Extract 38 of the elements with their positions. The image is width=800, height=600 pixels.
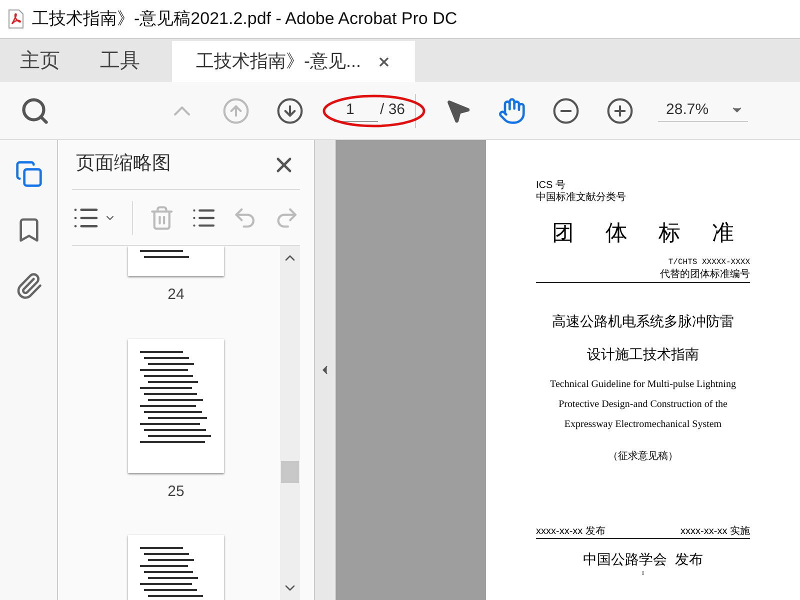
- document-title: 高速公路机电系统多脉冲防雷: [552, 312, 734, 331]
- document-heading: 准: [712, 219, 734, 247]
- document-title: 设计施工技术指南: [587, 345, 699, 364]
- paperclip-icon[interactable]: [14, 272, 42, 300]
- scrollbar-thumb[interactable]: [281, 461, 299, 483]
- window-title: 工技术指南》-意见稿2021.2.pdf - Adobe Acrobat Pro DC: [32, 8, 458, 30]
- english-title: Technical Guideline for Multi-pulse Lightning Protective Design-and Construction of the Expressway Electromechanical System: [549, 378, 737, 432]
- panel-title: 页面缩略图: [76, 152, 171, 176]
- document-text: 代替的团体标准编号: [660, 269, 750, 280]
- page-thumbnail[interactable]: [128, 338, 224, 472]
- document-heading: 标: [658, 219, 681, 247]
- document-text: T/CHTS XXXXX-XXXX: [668, 257, 750, 268]
- nav-tab[interactable]: 工技术指南》-意见...: [172, 41, 415, 82]
- zoom-dropdown[interactable]: 28.7%: [658, 98, 748, 122]
- document-text: xxxx-xx-xx 实施: [680, 526, 750, 538]
- document-text: （征求意见稿）: [608, 450, 678, 464]
- page-thumbnail[interactable]: [128, 246, 224, 276]
- page-count: / 36: [380, 100, 406, 120]
- document-heading: 体: [605, 219, 628, 247]
- scrollbar[interactable]: [280, 246, 300, 600]
- zoom-out-icon[interactable]: [552, 96, 580, 124]
- document-heading: 团: [552, 219, 574, 247]
- pages-icon[interactable]: [14, 160, 42, 188]
- nav-tab[interactable]: 工具: [80, 39, 160, 82]
- document-text: xxxx-xx-xx 发布: [536, 526, 606, 538]
- next-page-icon[interactable]: [276, 96, 304, 124]
- page-number: 24: [168, 285, 184, 305]
- document-text: ICS 号: [536, 180, 566, 192]
- zoom-in-icon[interactable]: [606, 96, 634, 124]
- search-icon[interactable]: [20, 96, 50, 126]
- close-tab-icon[interactable]: [377, 54, 391, 68]
- document-publisher: 中国公路学会 发布: [583, 550, 703, 569]
- pdf-file-icon: [8, 9, 24, 29]
- hand-tool-icon[interactable]: [498, 96, 526, 124]
- nav-tab[interactable]: 主页: [0, 39, 80, 82]
- page-number: 25: [168, 482, 184, 502]
- page-number-field[interactable]: 1: [334, 98, 378, 122]
- document-text: 中国标准文献分类号: [536, 192, 627, 204]
